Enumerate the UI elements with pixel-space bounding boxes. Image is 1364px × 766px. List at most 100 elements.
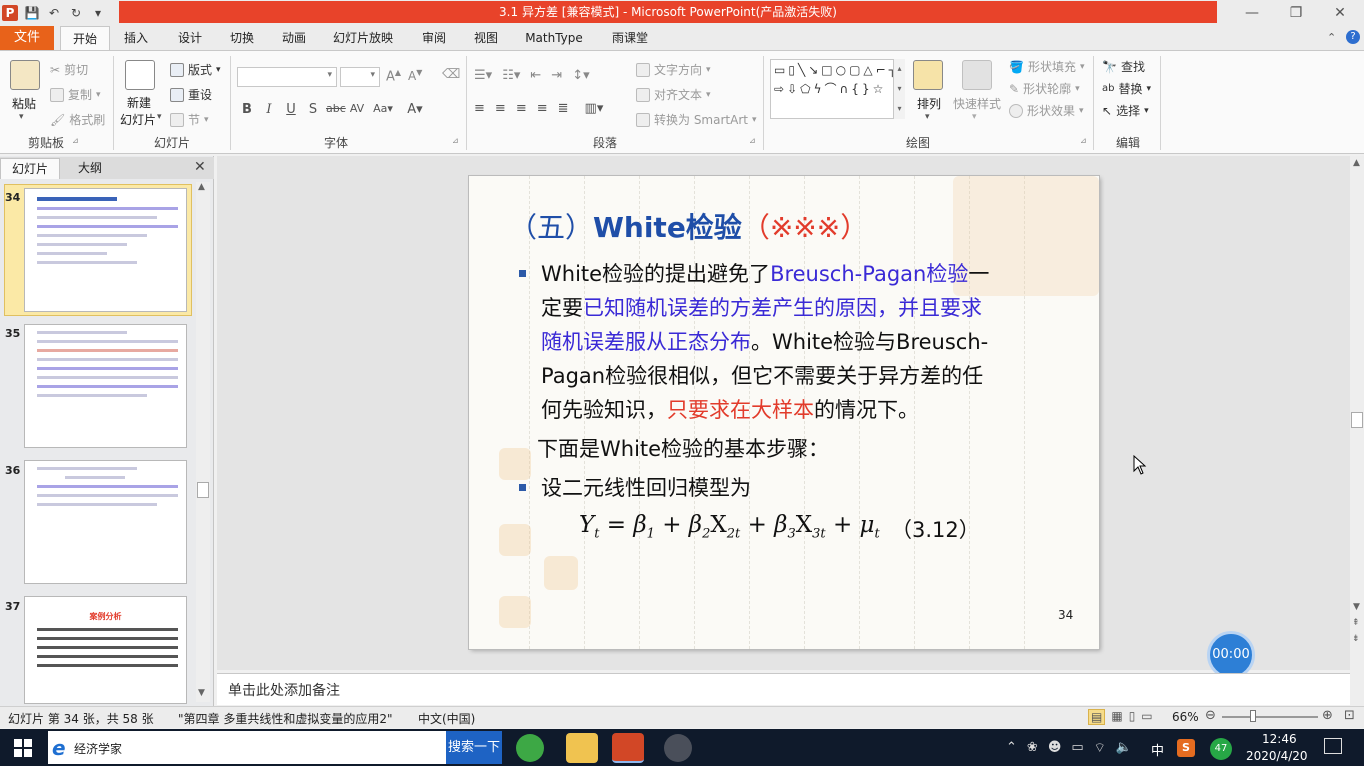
chevron-up-icon[interactable]: ⌃ [1006, 740, 1017, 756]
slide-scrollbar[interactable]: ▲ ▼ ⇞ ⇟ [1350, 156, 1364, 706]
new-slide-button[interactable]: 新建 [127, 94, 151, 111]
slide-canvas[interactable]: （五）White检验（※※※） White检验的提出避免了Breusch-Pag… [469, 176, 1099, 649]
close-pane-icon[interactable]: ✕ [194, 159, 206, 175]
powerpoint-taskbar-icon[interactable] [612, 733, 644, 763]
shape-effects-button[interactable]: 形状效果 ▾ [1009, 102, 1084, 119]
align-text-button[interactable]: 对齐文本 ▾ [636, 86, 711, 103]
shape-outline-button[interactable]: ✎ 形状轮廓 ▾ [1009, 80, 1080, 97]
tab-outline[interactable]: 大纲 [62, 158, 118, 179]
battery-icon[interactable]: ▭ [1071, 740, 1083, 756]
volume-icon[interactable]: 🔈 [1116, 740, 1132, 756]
shape-fill-button[interactable]: 🪣 形状填充 ▾ [1009, 58, 1085, 75]
text-direction-button[interactable]: 文字方向 ▾ [636, 61, 711, 78]
notification-center-icon[interactable] [1324, 738, 1342, 754]
tab-transitions[interactable]: 切换 [220, 26, 264, 50]
paste-icon[interactable] [10, 60, 40, 90]
align-left-icon[interactable]: ≡ [474, 101, 485, 116]
numbering-icon[interactable]: ☷▾ [502, 68, 520, 83]
vertical-textbox-shape-icon[interactable]: ▯ [788, 62, 795, 78]
curve-shape-icon[interactable]: ⌒ [824, 81, 836, 97]
cut-button[interactable]: ✂ 剪切 [50, 61, 88, 78]
right-arrow-shape-icon[interactable]: ⇨ [774, 81, 784, 97]
slides-pane-scroll-thumb[interactable] [197, 482, 209, 498]
char-spacing-icon[interactable]: AV [348, 102, 366, 117]
notes-pane[interactable] [217, 673, 1350, 705]
rain-classroom-taskbar-icon[interactable] [664, 734, 692, 762]
smartart-button[interactable]: 转换为 SmartArt ▾ [636, 111, 757, 128]
arrange-dropdown-icon[interactable]: ▾ [925, 112, 930, 122]
format-painter-button[interactable]: 🖌 格式刷 [50, 111, 105, 128]
find-button[interactable]: 🔭 查找 [1102, 58, 1145, 75]
arrange-icon[interactable] [913, 60, 943, 90]
drawing-launcher-icon[interactable]: ⊿ [1080, 136, 1087, 145]
slide-thumbnail-36[interactable] [24, 460, 187, 584]
zoom-out-icon[interactable]: ⊖ [1205, 708, 1216, 723]
oval-shape-icon[interactable]: ○ [836, 62, 846, 78]
slide-thumbnail-35[interactable] [24, 324, 187, 448]
replace-button[interactable]: ab 替换 ▾ [1102, 80, 1151, 97]
zoom-in-icon[interactable]: ⊕ [1322, 708, 1333, 723]
rain-classroom-timer[interactable]: 00:00 [1207, 631, 1255, 679]
arc-shape-icon[interactable]: ∩ [840, 81, 849, 97]
minimize-icon[interactable]: — [1238, 3, 1266, 23]
customize-qat-icon[interactable]: ▾ [90, 5, 106, 21]
tray-app-icon[interactable]: ❀ [1027, 740, 1038, 756]
tab-file[interactable]: 文件 [0, 26, 54, 50]
tab-home[interactable]: 开始 [60, 26, 110, 50]
right-brace-shape-icon[interactable]: } [862, 81, 870, 97]
wifi-icon[interactable]: ⌔ [1094, 740, 1106, 756]
reading-view-icon[interactable]: ▯ [1129, 709, 1136, 725]
underline-icon[interactable]: U [282, 102, 300, 117]
windows-start-icon[interactable] [14, 739, 32, 757]
tray-app-icon[interactable]: ☻ [1048, 740, 1062, 756]
triangle-shape-icon[interactable]: △ [863, 62, 872, 78]
quick-styles-icon[interactable] [962, 60, 992, 90]
tab-animations[interactable]: 动画 [272, 26, 316, 50]
section-button[interactable]: 节 ▾ [170, 111, 209, 128]
normal-view-icon[interactable]: ▤ [1088, 709, 1106, 725]
select-button[interactable]: ↖ 选择 ▾ [1102, 102, 1149, 119]
new-slide-dropdown-icon[interactable]: ▾ [157, 112, 162, 122]
bullets-icon[interactable]: ☰▾ [474, 68, 492, 83]
shadow-icon[interactable]: S [304, 102, 322, 117]
new-slide-icon[interactable] [125, 60, 155, 90]
rounded-rect-shape-icon[interactable]: ▢ [849, 62, 860, 78]
font-color-icon[interactable]: A▾ [406, 102, 424, 117]
collapse-ribbon-icon[interactable]: ⌃ [1327, 31, 1336, 44]
undo-icon[interactable]: ↶ [46, 5, 62, 21]
font-name-combo[interactable]: ▾ [237, 67, 337, 87]
tab-rain-classroom[interactable]: 雨课堂 [604, 26, 656, 50]
tab-mathtype[interactable]: MathType [518, 26, 590, 50]
tab-insert[interactable]: 插入 [114, 26, 158, 50]
strikethrough-icon[interactable]: abc [326, 102, 346, 117]
taskbar-search-button[interactable]: 搜索一下 [446, 731, 502, 764]
italic-icon[interactable]: I [260, 102, 278, 117]
close-icon[interactable]: ✕ [1326, 3, 1354, 23]
paste-dropdown-icon[interactable]: ▾ [19, 112, 24, 122]
lightning-shape-icon[interactable]: ϟ [814, 81, 822, 97]
layout-button[interactable]: 版式 ▾ [170, 61, 221, 78]
change-case-icon[interactable]: Aa▾ [370, 102, 396, 117]
justify-icon[interactable]: ≡ [537, 101, 548, 116]
bold-icon[interactable]: B [238, 102, 256, 117]
decrease-indent-icon[interactable]: ⇤ [530, 68, 541, 83]
tray-badge[interactable]: 47 [1210, 738, 1232, 760]
slideshow-view-icon[interactable]: ▭ [1141, 709, 1152, 725]
tab-review[interactable]: 审阅 [412, 26, 456, 50]
quick-styles-dropdown-icon[interactable]: ▾ [972, 112, 977, 122]
zoom-level[interactable]: 66% [1172, 710, 1199, 724]
clipboard-launcher-icon[interactable]: ⊿ [72, 136, 79, 145]
paragraph-launcher-icon[interactable]: ⊿ [749, 136, 756, 145]
shapes-gallery-scroll[interactable]: ▴ ▾ ▾ [893, 59, 905, 119]
taskbar-time[interactable]: 12:46 [1262, 732, 1297, 746]
ime-indicator[interactable]: 中 [1151, 740, 1164, 759]
clear-format-icon[interactable]: ⌫ [442, 67, 460, 82]
font-launcher-icon[interactable]: ⊿ [452, 136, 459, 145]
shapes-gallery[interactable]: ▭ ▯ ╲ ↘ □ ○ ▢ △ ⌐ ┐ ⇨ ⇩ ⬠ ϟ ⌒ ∩ { } ☆ [770, 59, 904, 119]
left-brace-shape-icon[interactable]: { [851, 81, 859, 97]
slide-sorter-view-icon[interactable]: ▦ [1111, 709, 1122, 725]
freeform-shape-icon[interactable]: ⬠ [800, 81, 810, 97]
line-shape-icon[interactable]: ╲ [798, 62, 805, 78]
slide-thumbnail-34[interactable] [24, 188, 187, 312]
arrange-button[interactable]: 排列 [917, 95, 941, 112]
